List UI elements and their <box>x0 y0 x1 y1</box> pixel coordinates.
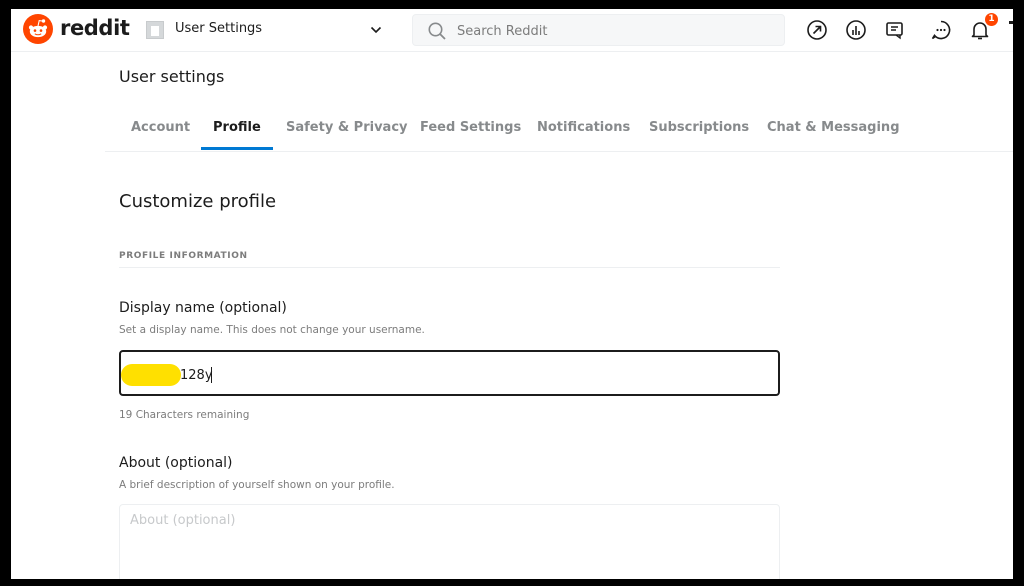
search-input[interactable] <box>455 15 779 47</box>
settings-tab-bar: Account Profile Safety & Privacy Feed Se… <box>105 109 1013 152</box>
section-title: Customize profile <box>119 191 277 212</box>
profile-information-heading: PROFILE INFORMATION <box>119 251 248 261</box>
user-avatar-icon <box>146 21 164 39</box>
about-field[interactable] <box>119 504 780 579</box>
chat-feed-icon[interactable] <box>883 18 907 42</box>
display-name-label: Display name (optional) <box>119 300 287 316</box>
display-name-value[interactable]: 128y <box>180 368 213 383</box>
top-navigation-bar: reddit User Settings Search Reddit 1 <box>11 9 1013 52</box>
community-switcher[interactable]: User Settings <box>139 16 393 44</box>
chat-bubble-icon[interactable] <box>929 18 953 42</box>
section-divider <box>119 267 780 268</box>
community-label: User Settings <box>175 21 263 36</box>
display-name-field[interactable] <box>119 350 780 396</box>
page-title: User settings <box>119 67 225 86</box>
notification-count-badge: 1 <box>985 13 998 26</box>
about-label: About (optional) <box>119 455 233 471</box>
tab-subscriptions[interactable]: Subscriptions <box>637 120 761 150</box>
display-name-help: Set a display name. This does not change… <box>119 324 425 336</box>
search-icon <box>428 22 446 40</box>
text-cursor <box>211 367 212 383</box>
about-help: A brief description of yourself shown on… <box>119 479 395 491</box>
tab-chat-messaging[interactable]: Chat & Messaging <box>755 120 912 150</box>
tab-profile[interactable]: Profile <box>201 120 273 150</box>
tab-feed-settings[interactable]: Feed Settings <box>408 120 533 150</box>
chevron-down-icon <box>370 26 382 34</box>
tab-notifications[interactable]: Notifications <box>525 120 642 150</box>
trending-arrow-icon[interactable] <box>805 18 829 42</box>
characters-remaining: 19 Characters remaining <box>119 409 250 421</box>
window-edge-marker <box>1009 21 1013 24</box>
reddit-logo-icon[interactable] <box>23 14 53 44</box>
browser-viewport: reddit User Settings Search Reddit 1 Use… <box>11 9 1013 579</box>
redaction-highlight <box>121 364 181 386</box>
reddit-wordmark[interactable]: reddit <box>60 16 130 40</box>
tab-account[interactable]: Account <box>119 120 202 150</box>
tab-safety-privacy[interactable]: Safety & Privacy <box>274 120 420 150</box>
about-textarea[interactable] <box>128 511 772 579</box>
search-bar[interactable] <box>412 14 785 47</box>
stats-icon[interactable] <box>844 18 868 42</box>
